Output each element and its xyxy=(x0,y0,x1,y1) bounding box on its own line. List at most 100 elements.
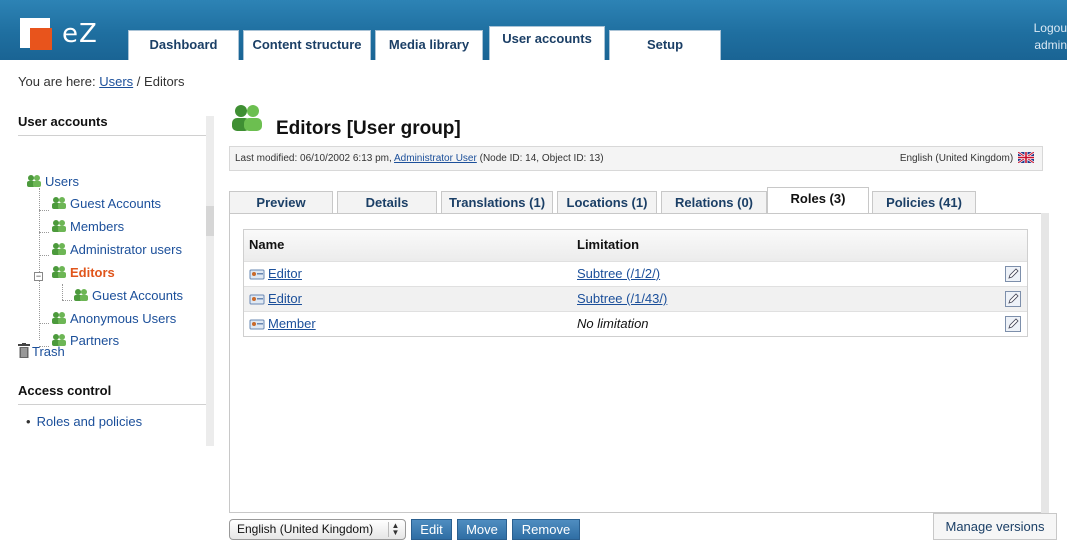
role-name-cell: Member xyxy=(249,312,316,336)
object-language-label: English (United Kingdom) xyxy=(899,153,1014,164)
role-link[interactable]: Editor xyxy=(268,291,302,306)
breadcrumb-prefix: You are here: xyxy=(18,74,96,89)
page-title: Editors [User group] xyxy=(276,118,461,139)
edit-button[interactable]: Edit xyxy=(411,519,452,540)
left-sidebar: User accounts − Users Guest Accounts Mem… xyxy=(18,114,206,348)
tree-line xyxy=(39,255,49,256)
column-header-limitation: Limitation xyxy=(577,237,640,252)
tab-dashboard[interactable]: Dashboard xyxy=(128,30,239,60)
tree-node-users[interactable]: Users xyxy=(26,172,79,192)
sidebar-title: User accounts xyxy=(18,114,206,136)
tab-relations[interactable]: Relations (0) xyxy=(661,191,767,213)
role-icon xyxy=(249,269,265,280)
edit-pencil-icon[interactable] xyxy=(1005,266,1021,282)
uk-flag-icon xyxy=(1018,152,1034,163)
tab-roles[interactable]: Roles (3) xyxy=(767,187,869,214)
logo-text: eZ xyxy=(62,19,98,49)
role-icon xyxy=(249,294,265,305)
trash-link[interactable]: Trash xyxy=(18,343,65,359)
column-header-name: Name xyxy=(249,237,285,252)
user-group-icon xyxy=(52,312,66,324)
tree-line xyxy=(39,232,49,233)
tree-node-label: Editors xyxy=(70,265,115,280)
panel-scrollbar[interactable] xyxy=(1041,213,1049,513)
role-link[interactable]: Member xyxy=(268,316,316,331)
move-button[interactable]: Move xyxy=(457,519,507,540)
role-link[interactable]: Editor xyxy=(268,266,302,281)
bullet-icon: • xyxy=(26,414,31,429)
user-group-icon xyxy=(52,220,66,232)
limitation-link[interactable]: Subtree (/1/2/) xyxy=(577,266,660,281)
object-language: English (United Kingdom) xyxy=(900,147,1034,170)
tab-content-structure[interactable]: Content structure xyxy=(243,30,371,60)
tree-node-label: Users xyxy=(45,174,79,189)
collapse-toggle[interactable]: − xyxy=(34,272,43,281)
tree-node-administrator-users[interactable]: Administrator users xyxy=(51,240,182,260)
roles-and-policies-label: Roles and policies xyxy=(36,414,143,429)
edit-pencil-icon[interactable] xyxy=(1005,291,1021,307)
user-tree: − Users Guest Accounts Members Administr… xyxy=(18,136,206,348)
meta-author-link[interactable]: Administrator User xyxy=(394,153,477,164)
limitation-cell: Subtree (/1/2/) xyxy=(577,262,660,286)
breadcrumb-separator: / xyxy=(136,74,141,89)
ez-logo[interactable]: eZ xyxy=(20,18,110,50)
role-name-cell: Editor xyxy=(249,287,302,311)
tree-line xyxy=(62,300,72,301)
tab-preview[interactable]: Preview xyxy=(229,191,333,213)
logo-square-orange xyxy=(30,28,52,50)
limitation-cell: No limitation xyxy=(577,316,649,331)
top-header-bar: eZ Dashboard Content structure Media lib… xyxy=(0,0,1067,60)
access-control-title: Access control xyxy=(18,383,206,405)
sidebar-scrollbar[interactable] xyxy=(206,116,214,446)
tab-policies[interactable]: Policies (41) xyxy=(872,191,976,213)
select-arrows-icon: ▲ ▼ xyxy=(388,522,402,537)
remove-button[interactable]: Remove xyxy=(512,519,580,540)
tree-node-label: Anonymous Users xyxy=(70,311,177,326)
roles-table: Name Limitation Editor Subtree (/1/2/) E… xyxy=(243,229,1028,337)
table-header-row: Name Limitation xyxy=(244,230,1027,261)
object-meta-bar: Last modified: 06/10/2002 6:13 pm, Admin… xyxy=(229,146,1043,171)
user-links: Logou admin xyxy=(1027,20,1067,54)
scrollbar-thumb[interactable] xyxy=(206,206,214,236)
user-group-icon xyxy=(232,105,262,131)
user-group-icon xyxy=(52,266,66,278)
current-user-label: admin xyxy=(1034,38,1067,52)
trash-icon xyxy=(18,343,30,358)
tree-node-label: Members xyxy=(70,219,125,234)
tree-node-guest-accounts[interactable]: Guest Accounts xyxy=(51,194,161,214)
tree-node-editors-guest-accounts[interactable]: Guest Accounts xyxy=(73,286,183,306)
table-row: Editor Subtree (/1/43/) xyxy=(244,286,1027,311)
role-name-cell: Editor xyxy=(249,262,302,286)
table-row: Member No limitation xyxy=(244,311,1027,336)
tree-node-label: Guest Accounts xyxy=(92,288,184,303)
tree-node-editors[interactable]: Editors xyxy=(51,263,115,283)
meta-ids: (Node ID: 14, Object ID: 13) xyxy=(479,153,604,164)
limitation-link[interactable]: Subtree (/1/43/) xyxy=(577,291,667,306)
tab-details[interactable]: Details xyxy=(337,191,437,213)
tree-node-label: Guest Accounts xyxy=(70,196,162,211)
tab-media-library[interactable]: Media library xyxy=(375,30,483,60)
manage-versions-button[interactable]: Manage versions xyxy=(933,513,1057,540)
tree-node-members[interactable]: Members xyxy=(51,217,124,237)
tab-user-accounts[interactable]: User accounts xyxy=(489,26,605,60)
meta-last-modified: Last modified: 06/10/2002 6:13 pm, xyxy=(235,153,392,164)
roles-and-policies-link[interactable]: • Roles and policies xyxy=(26,414,142,429)
user-group-icon xyxy=(27,175,41,187)
breadcrumb-link-users[interactable]: Users xyxy=(99,74,133,89)
user-group-icon xyxy=(52,197,66,209)
tree-line xyxy=(39,323,49,324)
tree-node-anonymous-users[interactable]: Anonymous Users xyxy=(51,309,176,329)
tree-node-label: Administrator users xyxy=(70,242,182,257)
logout-link[interactable]: Logou xyxy=(1027,20,1067,37)
limitation-cell: Subtree (/1/43/) xyxy=(577,287,667,311)
tab-setup[interactable]: Setup xyxy=(609,30,721,60)
breadcrumb-current: Editors xyxy=(144,74,185,89)
edit-pencil-icon[interactable] xyxy=(1005,316,1021,332)
tab-translations[interactable]: Translations (1) xyxy=(441,191,553,213)
trash-label: Trash xyxy=(32,344,65,359)
language-select-value: English (United Kingdom) xyxy=(237,522,374,536)
tab-locations[interactable]: Locations (1) xyxy=(557,191,657,213)
language-select[interactable]: English (United Kingdom) ▲ ▼ xyxy=(229,519,406,540)
role-icon xyxy=(249,319,265,330)
user-group-icon xyxy=(52,243,66,255)
